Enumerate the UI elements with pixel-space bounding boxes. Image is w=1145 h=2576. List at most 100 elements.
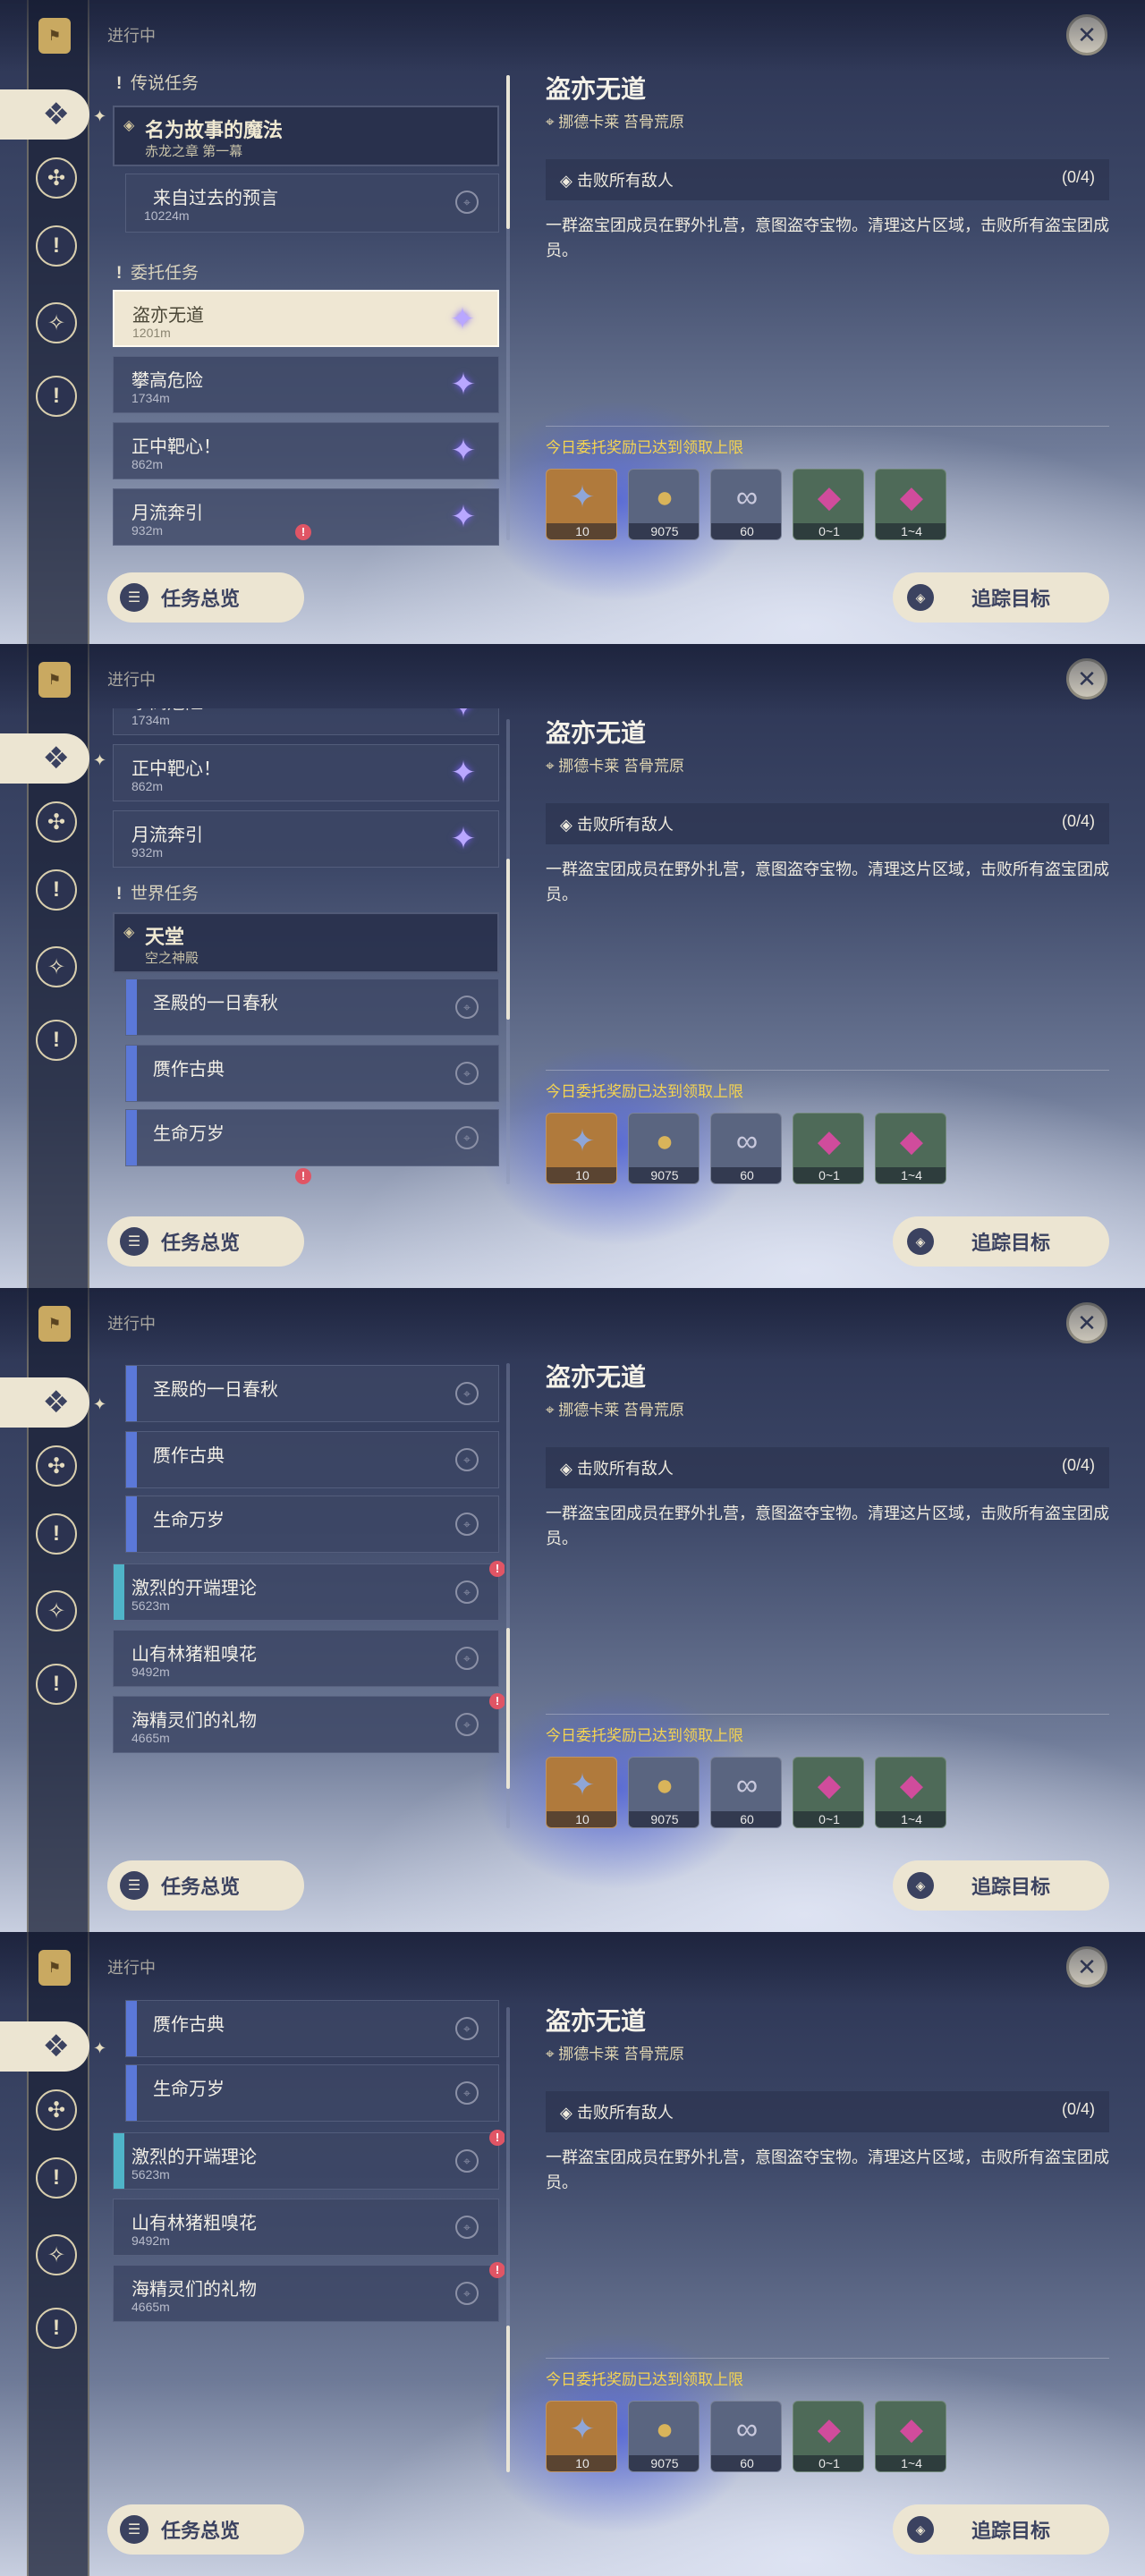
archon-quest-icon[interactable]: ✣ <box>36 2089 77 2131</box>
exclamation-icon[interactable]: ! <box>36 2157 77 2199</box>
location-pin-icon[interactable]: ⌖ <box>455 1647 479 1670</box>
track-target-button[interactable]: ◈ 追踪目标 <box>893 1860 1109 1911</box>
quest-row[interactable]: 正中靶心！ 862m ✦ <box>113 744 499 801</box>
quest-row[interactable]: 盗亦无道 1201m ✦ <box>113 290 499 347</box>
quest-overview-button[interactable]: ☰ 任务总览 <box>107 1216 304 1267</box>
exclamation-icon[interactable]: ! <box>36 1020 77 1061</box>
location-pin-icon[interactable]: ⌖ <box>455 1382 479 1405</box>
quest-chain-header[interactable]: ◈ 天堂 空之神殿 <box>113 912 499 973</box>
scrollbar-thumb[interactable] <box>506 75 510 229</box>
quest-overview-button[interactable]: ☰ 任务总览 <box>107 2504 304 2555</box>
quest-row[interactable]: 攀高危险1734m✦ <box>113 356 499 413</box>
quest-row[interactable]: 赝作古典 ⌖ <box>125 1045 499 1102</box>
quest-row[interactable]: 海精灵们的礼物 4665m ⌖! <box>113 1693 505 1753</box>
location-pin-icon[interactable]: ⌖ <box>455 1580 479 1604</box>
quest-row[interactable]: 激烈的开端理论 5623m ⌖! <box>113 2130 505 2190</box>
flag-icon[interactable]: ⚑ <box>38 18 71 54</box>
quest-row[interactable]: 山有林猪粗嗅花 9492m ⌖ <box>113 2199 499 2256</box>
location-pin-icon[interactable]: ⌖ <box>455 1448 479 1471</box>
commission-tab[interactable]: ❖ <box>0 1377 89 1428</box>
location-pin-icon[interactable]: ⌖ <box>455 996 479 1019</box>
track-target-button[interactable]: ◈ 追踪目标 <box>893 1216 1109 1267</box>
close-button[interactable]: ✕ <box>1066 1946 1107 1987</box>
scrollbar-thumb[interactable] <box>506 1628 510 1789</box>
exclamation-icon[interactable]: ! <box>36 225 77 267</box>
location-pin-icon[interactable]: ⌖ <box>455 1126 479 1149</box>
reward-item[interactable]: ● 9075 <box>628 1113 700 1184</box>
reward-item[interactable]: ✦ 10 <box>546 469 617 540</box>
reward-quantity: 60 <box>711 1167 781 1183</box>
quest-row[interactable]: 激烈的开端理论 5623m ⌖! <box>113 1561 505 1621</box>
location-pin-icon[interactable]: ⌖ <box>455 2149 479 2173</box>
reward-item[interactable]: ∞ 60 <box>710 1757 782 1828</box>
location-pin-icon[interactable]: ⌖ <box>455 2081 479 2105</box>
quest-row[interactable]: 月流奔引 932m ✦ <box>113 810 499 868</box>
world-quest-icon[interactable]: ✧ <box>36 1590 77 1631</box>
location-pin-icon[interactable]: ⌖ <box>455 1513 479 1536</box>
reward-item[interactable]: ◆ 1~4 <box>875 1757 946 1828</box>
quest-row[interactable]: 正中靶心！ 862m ✦ <box>113 422 499 479</box>
reward-item[interactable]: ∞ 60 <box>710 469 782 540</box>
quest-overview-button[interactable]: ☰ 任务总览 <box>107 572 304 623</box>
quest-chain-header[interactable]: ◈ 名为故事的魔法 赤龙之章 第一幕 <box>113 106 499 166</box>
quest-row[interactable]: 海精灵们的礼物 4665m ⌖! <box>113 2262 505 2322</box>
world-quest-icon[interactable]: ✧ <box>36 302 77 343</box>
exclamation-icon[interactable]: ! <box>36 1664 77 1705</box>
quest-row[interactable]: 赝作古典 ⌖ <box>125 1431 499 1488</box>
exclamation-icon[interactable]: ! <box>36 869 77 911</box>
quest-row[interactable]: 生命万岁 ⌖ <box>125 1109 499 1166</box>
close-button[interactable]: ✕ <box>1066 1302 1107 1343</box>
flag-icon[interactable]: ⚑ <box>38 1306 71 1342</box>
world-quest-icon[interactable]: ✧ <box>36 2234 77 2275</box>
reward-item[interactable]: ◆ 0~1 <box>793 1757 864 1828</box>
quest-row[interactable]: 来自过去的预言 10224m ⌖ <box>125 174 499 233</box>
location-pin-icon[interactable]: ⌖ <box>455 1062 479 1085</box>
location-pin-icon[interactable]: ⌖ <box>455 1713 479 1736</box>
commission-tab[interactable]: ❖ <box>0 2021 89 2072</box>
exclamation-icon[interactable]: ! <box>36 376 77 417</box>
reward-item[interactable]: ◆ 0~1 <box>793 469 864 540</box>
world-quest-icon[interactable]: ✧ <box>36 946 77 987</box>
location-pin-icon[interactable]: ⌖ <box>455 2282 479 2305</box>
reward-item[interactable]: ∞ 60 <box>710 1113 782 1184</box>
reward-item[interactable]: ✦ 10 <box>546 1113 617 1184</box>
exclamation-icon[interactable]: ! <box>36 2308 77 2349</box>
reward-item[interactable]: ✦ 10 <box>546 1757 617 1828</box>
location-pin-icon[interactable]: ⌖ <box>455 2216 479 2239</box>
reward-item[interactable]: ● 9075 <box>628 2401 700 2472</box>
reward-item[interactable]: ◆ 0~1 <box>793 1113 864 1184</box>
archon-quest-icon[interactable]: ✣ <box>36 801 77 843</box>
flag-icon[interactable]: ⚑ <box>38 1950 71 1986</box>
exclamation-icon[interactable]: ! <box>36 1513 77 1555</box>
quest-row[interactable]: 攀高危险1734m✦ <box>113 708 499 735</box>
reward-item[interactable]: ● 9075 <box>628 469 700 540</box>
location-pin-icon[interactable]: ⌖ <box>455 191 479 214</box>
commission-tab[interactable]: ❖ <box>0 733 89 784</box>
quest-row[interactable]: 圣殿的一日春秋 ⌖ <box>125 979 499 1036</box>
archon-quest-icon[interactable]: ✣ <box>36 157 77 199</box>
quest-row[interactable]: 生命万岁 ⌖ <box>125 1496 499 1553</box>
commission-tab[interactable]: ❖ <box>0 89 89 140</box>
quest-overview-button[interactable]: ☰ 任务总览 <box>107 1860 304 1911</box>
track-target-button[interactable]: ◈ 追踪目标 <box>893 2504 1109 2555</box>
reward-item[interactable]: ◆ 1~4 <box>875 2401 946 2472</box>
location-pin-icon[interactable]: ⌖ <box>455 2017 479 2040</box>
track-target-button[interactable]: ◈ 追踪目标 <box>893 572 1109 623</box>
reward-item[interactable]: ✦ 10 <box>546 2401 617 2472</box>
flag-icon[interactable]: ⚑ <box>38 662 71 698</box>
quest-title: 山有林猪粗嗅花 <box>131 1645 257 1665</box>
reward-item[interactable]: ◆ 1~4 <box>875 1113 946 1184</box>
reward-item[interactable]: ● 9075 <box>628 1757 700 1828</box>
archon-quest-icon[interactable]: ✣ <box>36 1445 77 1487</box>
scrollbar-thumb[interactable] <box>506 2326 510 2472</box>
quest-row[interactable]: 山有林猪粗嗅花 9492m ⌖ <box>113 1630 499 1687</box>
scrollbar-thumb[interactable] <box>506 859 510 1020</box>
close-button[interactable]: ✕ <box>1066 14 1107 55</box>
quest-row[interactable]: 生命万岁 ⌖ <box>125 2064 499 2122</box>
quest-row[interactable]: 圣殿的一日春秋 ⌖ <box>125 1365 499 1422</box>
close-button[interactable]: ✕ <box>1066 658 1107 699</box>
quest-row[interactable]: 赝作古典 ⌖ <box>125 2000 499 2057</box>
reward-item[interactable]: ◆ 1~4 <box>875 469 946 540</box>
reward-item[interactable]: ∞ 60 <box>710 2401 782 2472</box>
reward-item[interactable]: ◆ 0~1 <box>793 2401 864 2472</box>
